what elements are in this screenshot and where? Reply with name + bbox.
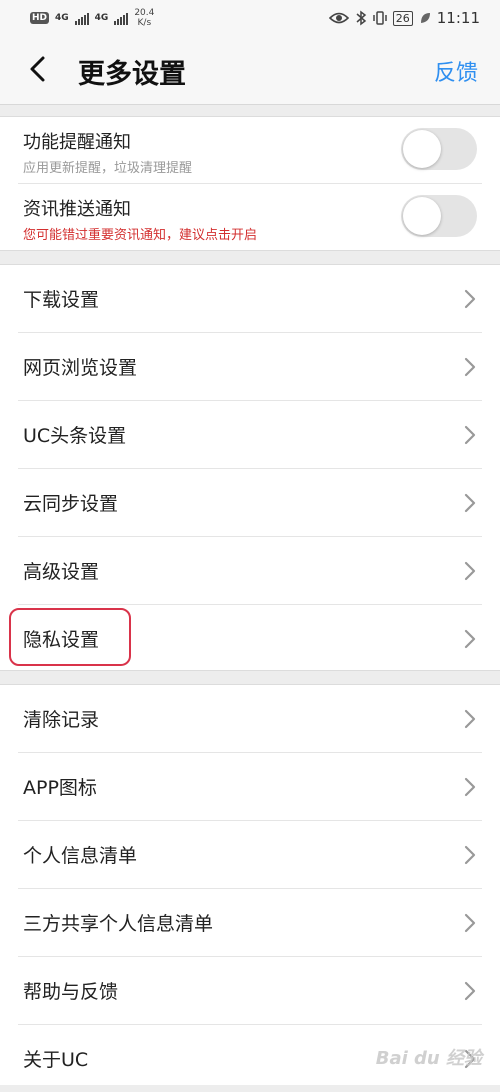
clock: 11:11 (436, 9, 480, 27)
chevron-right-icon (464, 845, 476, 865)
list-item-advanced-settings[interactable]: 高级设置 (0, 537, 500, 604)
list-item-cloud-sync-settings[interactable]: 云同步设置 (0, 469, 500, 536)
speed-unit: K/s (137, 18, 152, 28)
list-item-label: 清除记录 (23, 709, 100, 731)
list-item-label: 三方共享个人信息清单 (23, 913, 214, 935)
feature-reminder-subtitle: 应用更新提醒，垃圾清理提醒 (23, 161, 193, 176)
chevron-right-icon (464, 709, 476, 729)
list-item-third-party-sharing-list[interactable]: 三方共享个人信息清单 (0, 889, 500, 956)
chevron-right-icon (464, 493, 476, 513)
list-item-web-browsing-settings[interactable]: 网页浏览设置 (0, 333, 500, 400)
news-push-warning: 您可能错过重要资讯通知，建议点击开启 (23, 228, 258, 243)
back-arrow-icon[interactable] (24, 54, 54, 84)
list-item-label: 网页浏览设置 (23, 357, 138, 379)
chevron-right-icon (464, 629, 476, 649)
feature-reminder-toggle[interactable] (401, 128, 477, 170)
notification-section: 功能提醒通知 应用更新提醒，垃圾清理提醒 资讯推送通知 您可能错过重要资讯通知，… (0, 116, 500, 251)
list-item-label: 个人信息清单 (23, 845, 138, 867)
chevron-right-icon (464, 561, 476, 581)
watermark: Bai du 经验 (375, 1048, 482, 1069)
chevron-right-icon (464, 357, 476, 377)
list-item-label: UC头条设置 (23, 425, 127, 447)
settings-group-2: 清除记录 APP图标 个人信息清单 三方共享个人信息清单 帮助与反馈 关于UC (0, 684, 500, 1085)
status-bar: HD 4G 4G 20.4 K/s 26 11:11 (0, 0, 500, 36)
signal-icon-2 (114, 12, 129, 25)
status-right: 26 11:11 (328, 9, 480, 27)
list-item-personal-info-list[interactable]: 个人信息清单 (0, 821, 500, 888)
chevron-right-icon (464, 981, 476, 1001)
news-push-toggle[interactable] (401, 195, 477, 237)
network-speed: 20.4 K/s (134, 8, 154, 28)
list-item-uc-headlines-settings[interactable]: UC头条设置 (0, 401, 500, 468)
eye-icon (328, 12, 349, 24)
chevron-right-icon (464, 425, 476, 445)
chevron-right-icon (464, 289, 476, 309)
nav-header: 更多设置 反馈 (0, 36, 500, 105)
toggle-knob (403, 197, 441, 235)
feedback-button[interactable]: 反馈 (434, 55, 478, 87)
vibrate-icon (373, 11, 387, 25)
hd-badge: HD (30, 12, 50, 24)
chevron-right-icon (464, 777, 476, 797)
list-item-app-icon[interactable]: APP图标 (0, 753, 500, 820)
status-left: HD 4G 4G 20.4 K/s (30, 8, 154, 28)
feature-reminder-title: 功能提醒通知 (23, 132, 131, 153)
chevron-right-icon (464, 913, 476, 933)
feature-reminder-row: 功能提醒通知 应用更新提醒，垃圾清理提醒 (0, 117, 500, 183)
bluetooth-icon (356, 10, 366, 26)
network-type-2: 4G (94, 13, 109, 23)
network-type-1: 4G (55, 13, 69, 23)
news-push-row: 资讯推送通知 您可能错过重要资讯通知，建议点击开启 (0, 184, 500, 250)
list-item-clear-records[interactable]: 清除记录 (0, 685, 500, 752)
page-title: 更多设置 (78, 59, 186, 90)
signal-icon (74, 12, 89, 25)
list-item-label: 下载设置 (23, 289, 100, 311)
toggle-knob (403, 130, 441, 168)
list-item-label: 关于UC (23, 1049, 89, 1071)
news-push-title: 资讯推送通知 (23, 199, 131, 220)
list-item-label: APP图标 (23, 777, 97, 799)
battery-icon: 26 (392, 10, 413, 26)
list-item-label: 云同步设置 (23, 493, 119, 515)
list-item-download-settings[interactable]: 下载设置 (0, 265, 500, 332)
list-item-label: 高级设置 (23, 561, 100, 583)
speed-value: 20.4 (134, 8, 155, 18)
privacy-highlight-box (9, 608, 131, 666)
list-item-label: 帮助与反馈 (23, 981, 119, 1003)
list-item-help-feedback[interactable]: 帮助与反馈 (0, 957, 500, 1024)
leaf-icon (420, 13, 430, 23)
